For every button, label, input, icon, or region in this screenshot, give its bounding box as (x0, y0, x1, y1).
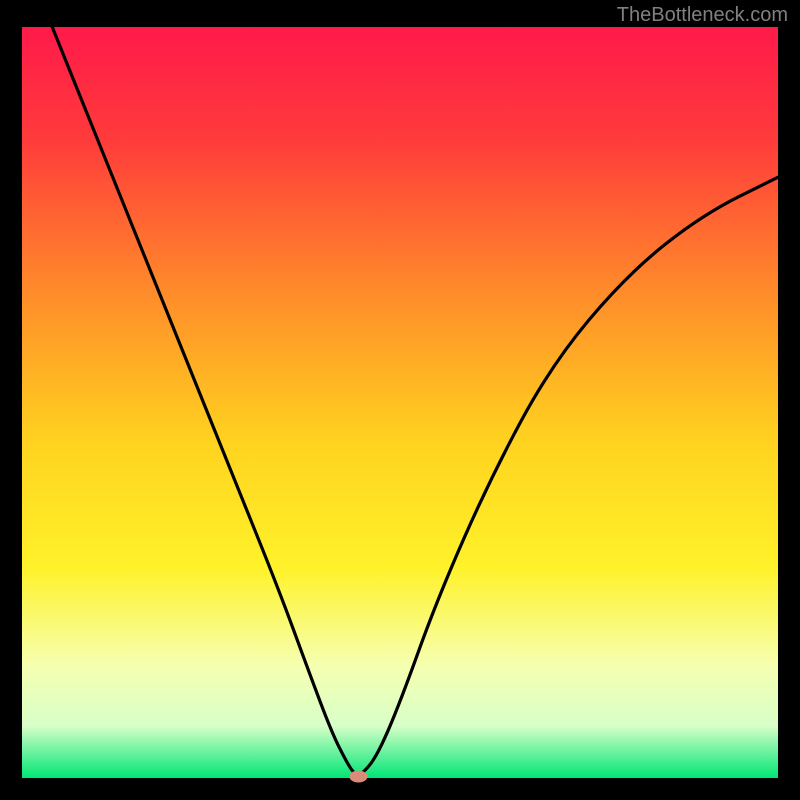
plot-background (22, 27, 778, 778)
watermark-text: TheBottleneck.com (617, 4, 788, 27)
optimal-marker (349, 770, 367, 782)
bottleneck-chart (0, 0, 800, 800)
chart-container: TheBottleneck.com (0, 0, 800, 800)
